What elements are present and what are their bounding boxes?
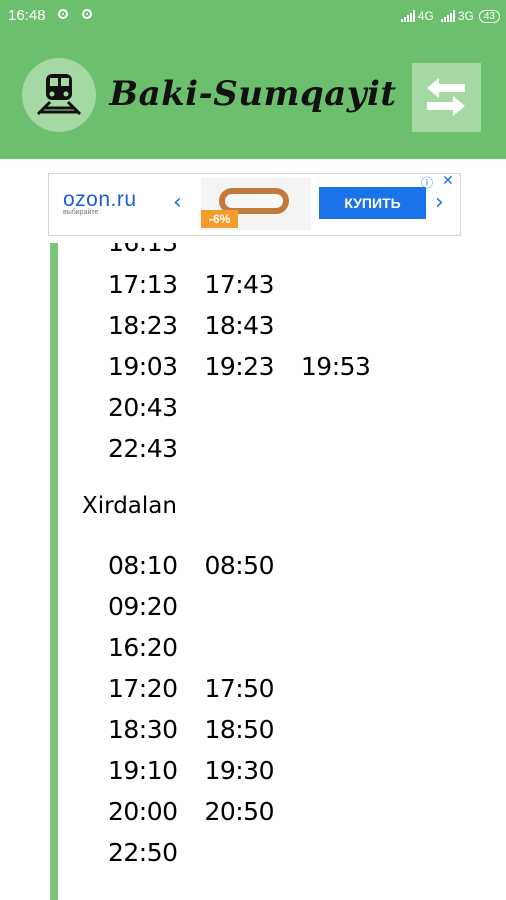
time-row: 16:13 bbox=[108, 243, 178, 257]
time-row: 19:03 19:23 19:53 bbox=[108, 352, 371, 381]
schedule-list[interactable]: 16:13 17:13 17:43 18:23 18:43 19:03 19:2… bbox=[0, 243, 506, 900]
ad-banner-area: ozon.ru выбирайте ‹ -6% КУПИТЬ › ⓘ ✕ bbox=[0, 159, 506, 243]
buy-button[interactable]: КУПИТЬ bbox=[319, 187, 426, 219]
ad-close-icon[interactable]: ✕ bbox=[442, 173, 454, 189]
battery-icon: 43 bbox=[478, 9, 500, 23]
timeline-bar bbox=[50, 243, 58, 900]
time-row: 20:00 20:50 bbox=[108, 797, 275, 826]
ad-tagline: выбирайте bbox=[63, 209, 99, 216]
ad-banner[interactable]: ozon.ru выбирайте ‹ -6% КУПИТЬ › ⓘ ✕ bbox=[48, 173, 461, 236]
ad-info-icon[interactable]: ⓘ bbox=[421, 174, 433, 191]
discount-badge: -6% bbox=[201, 210, 239, 228]
time-row: 16:20 bbox=[108, 633, 178, 662]
status-bar: 16:48 4G 3G 43 bbox=[0, 0, 506, 32]
time-row: 08:10 08:50 bbox=[108, 551, 275, 580]
signal-icon bbox=[400, 10, 415, 22]
swap-direction-icon bbox=[427, 78, 465, 116]
time-row: 22:43 bbox=[108, 434, 178, 463]
time-row: 18:30 18:50 bbox=[108, 715, 275, 744]
status-indicators: 4G 3G 43 bbox=[400, 6, 500, 26]
ad-product-image: -6% bbox=[201, 178, 311, 230]
notification-icon bbox=[58, 9, 68, 19]
station-heading: Xirdalan bbox=[82, 493, 177, 519]
time-row: 20:43 bbox=[108, 393, 178, 422]
time-row: 22:50 bbox=[108, 838, 178, 867]
app-toolbar: Baki-Sumqayit bbox=[0, 32, 506, 159]
time-row: 19:10 19:30 bbox=[108, 756, 275, 785]
signal-icon bbox=[440, 10, 455, 22]
status-time: 16:48 bbox=[8, 7, 46, 24]
network-type-2: 3G bbox=[457, 9, 474, 23]
time-row: 17:20 17:50 bbox=[108, 674, 275, 703]
time-row: 09:20 bbox=[108, 592, 178, 621]
swap-direction-button[interactable] bbox=[412, 63, 481, 132]
network-type-1: 4G bbox=[417, 9, 434, 23]
notification-icon bbox=[82, 9, 92, 19]
time-row: 18:23 18:43 bbox=[108, 311, 275, 340]
chevron-left-icon[interactable]: ‹ bbox=[173, 190, 182, 215]
time-row: 17:13 17:43 bbox=[108, 270, 275, 299]
chevron-right-icon[interactable]: › bbox=[435, 190, 444, 215]
